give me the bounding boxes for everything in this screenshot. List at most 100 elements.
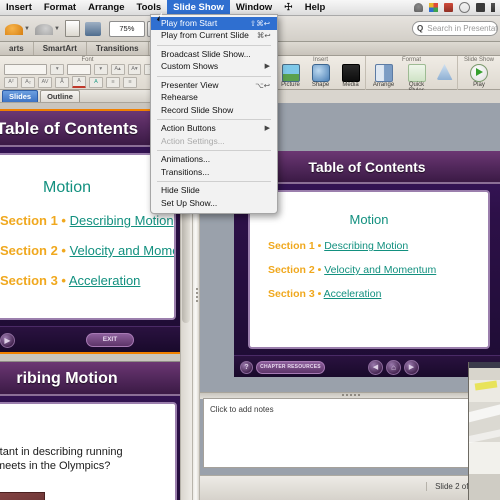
mail-icon[interactable] bbox=[444, 3, 453, 12]
search-box[interactable]: Q Search in Presentation bbox=[412, 21, 498, 36]
slide-show-dropdown-menu[interactable]: Play from Start ⇧⌘↩ Play from Current Sl… bbox=[150, 14, 278, 214]
new-slide-icon[interactable] bbox=[64, 20, 80, 37]
font-color-icon[interactable]: A bbox=[72, 76, 86, 88]
slideshow-group-label: Slide Show bbox=[463, 57, 495, 63]
preview3-line1: e important in describing running bbox=[0, 446, 123, 458]
slide-row: Section 3 • Acceleration bbox=[268, 288, 488, 300]
menu-item-action-buttons[interactable]: Action Buttons ▶ bbox=[151, 123, 277, 136]
menu-insert[interactable]: Insert bbox=[0, 0, 38, 15]
menu-item-set-up-show[interactable]: Set Up Show... bbox=[151, 197, 277, 210]
preview3-body: e important in describing running d-fiel… bbox=[0, 402, 177, 500]
ribbon-picture[interactable]: Picture bbox=[278, 64, 304, 88]
shrink-font-icon[interactable]: A▾ bbox=[127, 64, 142, 75]
tab-slides[interactable]: Slides bbox=[2, 90, 39, 102]
preview-slide-3[interactable]: ribing Motion e important in describing … bbox=[0, 361, 192, 500]
menu-item-broadcast[interactable]: Broadcast Slide Show... bbox=[151, 48, 277, 61]
ribbon-media[interactable]: Media bbox=[338, 64, 364, 88]
menu-item-play-from-start[interactable]: Play from Start ⇧⌘↩ bbox=[151, 17, 277, 30]
slide-help-icon[interactable]: ? bbox=[240, 361, 253, 374]
menu-item-play-from-current[interactable]: Play from Current Slide ⌘↩ bbox=[151, 30, 277, 43]
menu-item-presenter-view[interactable]: Presenter View ⌥↩ bbox=[151, 79, 277, 92]
bell-icon[interactable] bbox=[414, 3, 423, 12]
tab-transitions[interactable]: Transitions bbox=[87, 42, 149, 55]
menu-item-custom-shows[interactable]: Custom Shows ▶ bbox=[151, 61, 277, 74]
ribbon-effects[interactable] bbox=[436, 64, 453, 80]
notes-pane[interactable]: Click to add notes bbox=[203, 398, 497, 468]
menu-item-hide-slide[interactable]: Hide Slide bbox=[151, 185, 277, 198]
slide-section-link[interactable]: Acceleration bbox=[324, 288, 382, 300]
tab-charts[interactable]: arts bbox=[0, 42, 34, 55]
redo-icon[interactable] bbox=[34, 24, 53, 35]
menu-item-animations[interactable]: Animations... bbox=[151, 154, 277, 167]
menu-script-icon[interactable]: ☩ bbox=[278, 0, 299, 15]
menu-item-label: Presenter View bbox=[161, 79, 219, 90]
media-label: Media bbox=[342, 82, 359, 88]
clock-icon[interactable] bbox=[459, 2, 470, 13]
slide-section-link[interactable]: Velocity and Momentum bbox=[324, 264, 436, 276]
redo-dropdown-icon[interactable]: ▼ bbox=[54, 26, 60, 32]
grow-font-icon[interactable]: A▴ bbox=[110, 64, 125, 75]
submenu-arrow-icon: ▶ bbox=[264, 125, 270, 132]
overlay-photo bbox=[468, 362, 500, 500]
preview2-link[interactable]: Velocity and Momentum bbox=[70, 243, 174, 258]
quick-styles-icon bbox=[407, 64, 426, 82]
search-input[interactable]: Search in Presentation bbox=[427, 24, 497, 33]
font-family-caret-icon[interactable]: ▾ bbox=[50, 64, 65, 75]
shape-label: Shape bbox=[311, 82, 330, 88]
preview2-nav-next-icon[interactable]: ▶ bbox=[0, 333, 15, 348]
slide-nav-next-icon[interactable]: ▶ bbox=[404, 360, 419, 375]
notes-divider-grip[interactable] bbox=[342, 394, 360, 396]
slide-nav-home-icon[interactable]: ⌂ bbox=[386, 360, 401, 375]
align-center-icon[interactable]: ≡ bbox=[123, 76, 137, 88]
print-icon[interactable] bbox=[84, 21, 101, 36]
picture-icon bbox=[281, 64, 300, 82]
ribbon-shape[interactable]: Shape bbox=[308, 64, 334, 88]
menu-help[interactable]: Help bbox=[299, 0, 332, 15]
text-effects-icon[interactable]: Ã bbox=[55, 76, 69, 88]
menu-format[interactable]: Format bbox=[38, 0, 82, 15]
menu-item-record-slide-show[interactable]: Record Slide Show bbox=[151, 104, 277, 117]
ribbon-play[interactable]: Play bbox=[466, 64, 492, 88]
preview3-title: ribing Motion bbox=[0, 362, 191, 396]
menu-item-rehearse[interactable]: Rehearse bbox=[151, 92, 277, 105]
subscript-icon[interactable]: A₂ bbox=[21, 76, 35, 88]
menu-item-label: Hide Slide bbox=[161, 185, 200, 195]
format-group-label: Format bbox=[401, 57, 421, 63]
slide-section-link[interactable]: Describing Motion bbox=[324, 240, 408, 252]
superscript-icon[interactable]: A² bbox=[4, 76, 18, 88]
font-size-caret-icon[interactable]: ▾ bbox=[93, 64, 108, 75]
tab-smartart[interactable]: SmartArt bbox=[34, 42, 87, 55]
slide-nav-prev-icon[interactable]: ◀ bbox=[368, 360, 383, 375]
menu-window[interactable]: Window bbox=[230, 0, 278, 15]
menu-arrange[interactable]: Arrange bbox=[82, 0, 130, 15]
zoom-input[interactable]: 75% bbox=[108, 20, 145, 37]
flag-icon[interactable] bbox=[429, 3, 438, 12]
chapter-resources-button[interactable]: CHAPTER RESOURCES bbox=[256, 361, 325, 374]
char-spacing-icon[interactable]: AV bbox=[38, 76, 52, 88]
notes-placeholder[interactable]: Click to add notes bbox=[204, 399, 496, 414]
font-size-select[interactable] bbox=[67, 64, 91, 75]
menu-slide-show[interactable]: Slide Show bbox=[167, 0, 230, 15]
menu-item-label: Set Up Show... bbox=[161, 197, 218, 208]
preview2-row: Section 3 • Acceleration bbox=[0, 273, 174, 288]
preview2-link[interactable]: Acceleration bbox=[69, 273, 141, 288]
tab-outline[interactable]: Outline bbox=[40, 90, 80, 102]
display-icon[interactable] bbox=[476, 3, 485, 12]
ribbon-arrange[interactable]: Arrange bbox=[371, 64, 397, 88]
font-family-select[interactable] bbox=[4, 64, 48, 75]
ribbon-group-slideshow: Slide Show Play bbox=[458, 56, 500, 90]
highlight-color-icon[interactable]: A bbox=[89, 76, 103, 88]
splitter-grip[interactable] bbox=[196, 288, 198, 302]
undo-dropdown-icon[interactable]: ▼ bbox=[24, 26, 30, 32]
align-left-icon[interactable]: ≡ bbox=[106, 76, 120, 88]
menu-item-label: Broadcast Slide Show... bbox=[161, 48, 251, 59]
preview2-heading: Motion bbox=[42, 179, 92, 196]
slide-row: Section 1 • Describing Motion bbox=[268, 240, 488, 252]
bluetooth-icon[interactable] bbox=[491, 3, 495, 12]
slide-content-body[interactable]: Motion Section 1 • Describing Motion Sec… bbox=[248, 190, 490, 349]
preview2-exit-button[interactable]: EXIT bbox=[86, 333, 134, 347]
menu-item-transitions[interactable]: Transitions... bbox=[151, 166, 277, 179]
undo-icon[interactable] bbox=[5, 24, 23, 35]
preview2-link[interactable]: Describing Motion bbox=[70, 213, 174, 228]
preview2-rows: Section 1 • Describing Motion Section 2 … bbox=[0, 213, 174, 288]
